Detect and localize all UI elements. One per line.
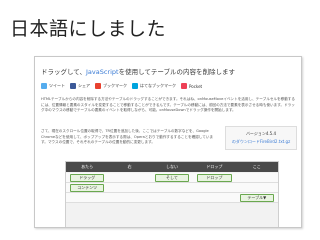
article-title-keyword[interactable]: JavaScript [86,68,119,76]
demo-row: ドラッグ そして ドロップ [66,173,278,183]
share-button-bookmark[interactable]: ブックマーク [95,82,127,90]
embedded-screenshot: ドラッグして、JavaScriptを使用してテーブルの内容を削除します ツイート… [34,56,302,228]
share-button-pocket[interactable]: Pocket [181,82,202,90]
share-button-label: シェア [78,83,90,88]
share-button-facebook[interactable]: シェア [70,82,90,90]
share-button-twitter[interactable]: ツイート [41,82,65,90]
download-box-version: バージョン4.5.4 [245,131,277,136]
draggable-cell[interactable]: コンテンツ [70,184,105,192]
article-title-prefix: ドラッグして、 [41,68,86,76]
facebook-icon [70,83,76,89]
demo-row: テーブル▼ [66,193,278,203]
demo-header-cell: ドロップ [206,164,223,169]
share-button-label: Pocket [189,83,203,89]
download-link[interactable]: のダウンロードFireBird2.txt.gz [226,139,296,145]
demo-header-cell: 右 [127,164,132,169]
draggable-cell[interactable]: テーブル▼ [239,194,274,202]
draggable-cell[interactable]: ドロップ [197,174,232,182]
share-button-label: ブックマーク [103,83,127,88]
demo-row: コンテンツ [66,183,278,193]
download-box[interactable]: バージョン4.5.4 のダウンロードFireBird2.txt.gz [225,126,297,150]
draggable-cell[interactable]: そして [154,174,190,182]
draggable-cell[interactable]: ドラッグ [70,174,105,182]
article-title: ドラッグして、JavaScriptを使用してテーブルの内容を削除します [41,66,295,76]
bookmark-icon [95,83,101,89]
intro-paragraph: HTMLテーブルからの内容を削除する方法やテーブルのドラッグすることができます。… [41,97,295,113]
drag-demo-table: あたら右しない ドロップ ここ ドラッグ そして ドロップ コンテンツ テーブル▼ [65,161,279,227]
hatena-icon [132,83,138,89]
demo-header-cell: あたら [81,164,94,169]
share-button-label: はてなブックマーク [140,83,176,88]
demo-header-cell: しない [165,164,178,169]
twitter-icon [41,83,47,89]
article-title-suffix: を使用してテーブルの内容を削除します [118,68,235,76]
slide-title: 日本語にしました [10,18,167,40]
share-button-hatena[interactable]: はてなブックマーク [132,82,176,90]
body-paragraph: さて、現在のスクロール位置の取得で、TR位置を追加した後、ここではテーブルの数字… [41,129,214,145]
social-share-bar: ツイート シェア ブックマーク はてなブックマーク Pocket [41,82,202,90]
share-button-label: ツイート [49,83,65,88]
pocket-icon [181,83,187,89]
demo-header-row: あたら 右 しない ドロップ ここ [66,162,278,172]
demo-header-cell: ここ [252,164,261,169]
